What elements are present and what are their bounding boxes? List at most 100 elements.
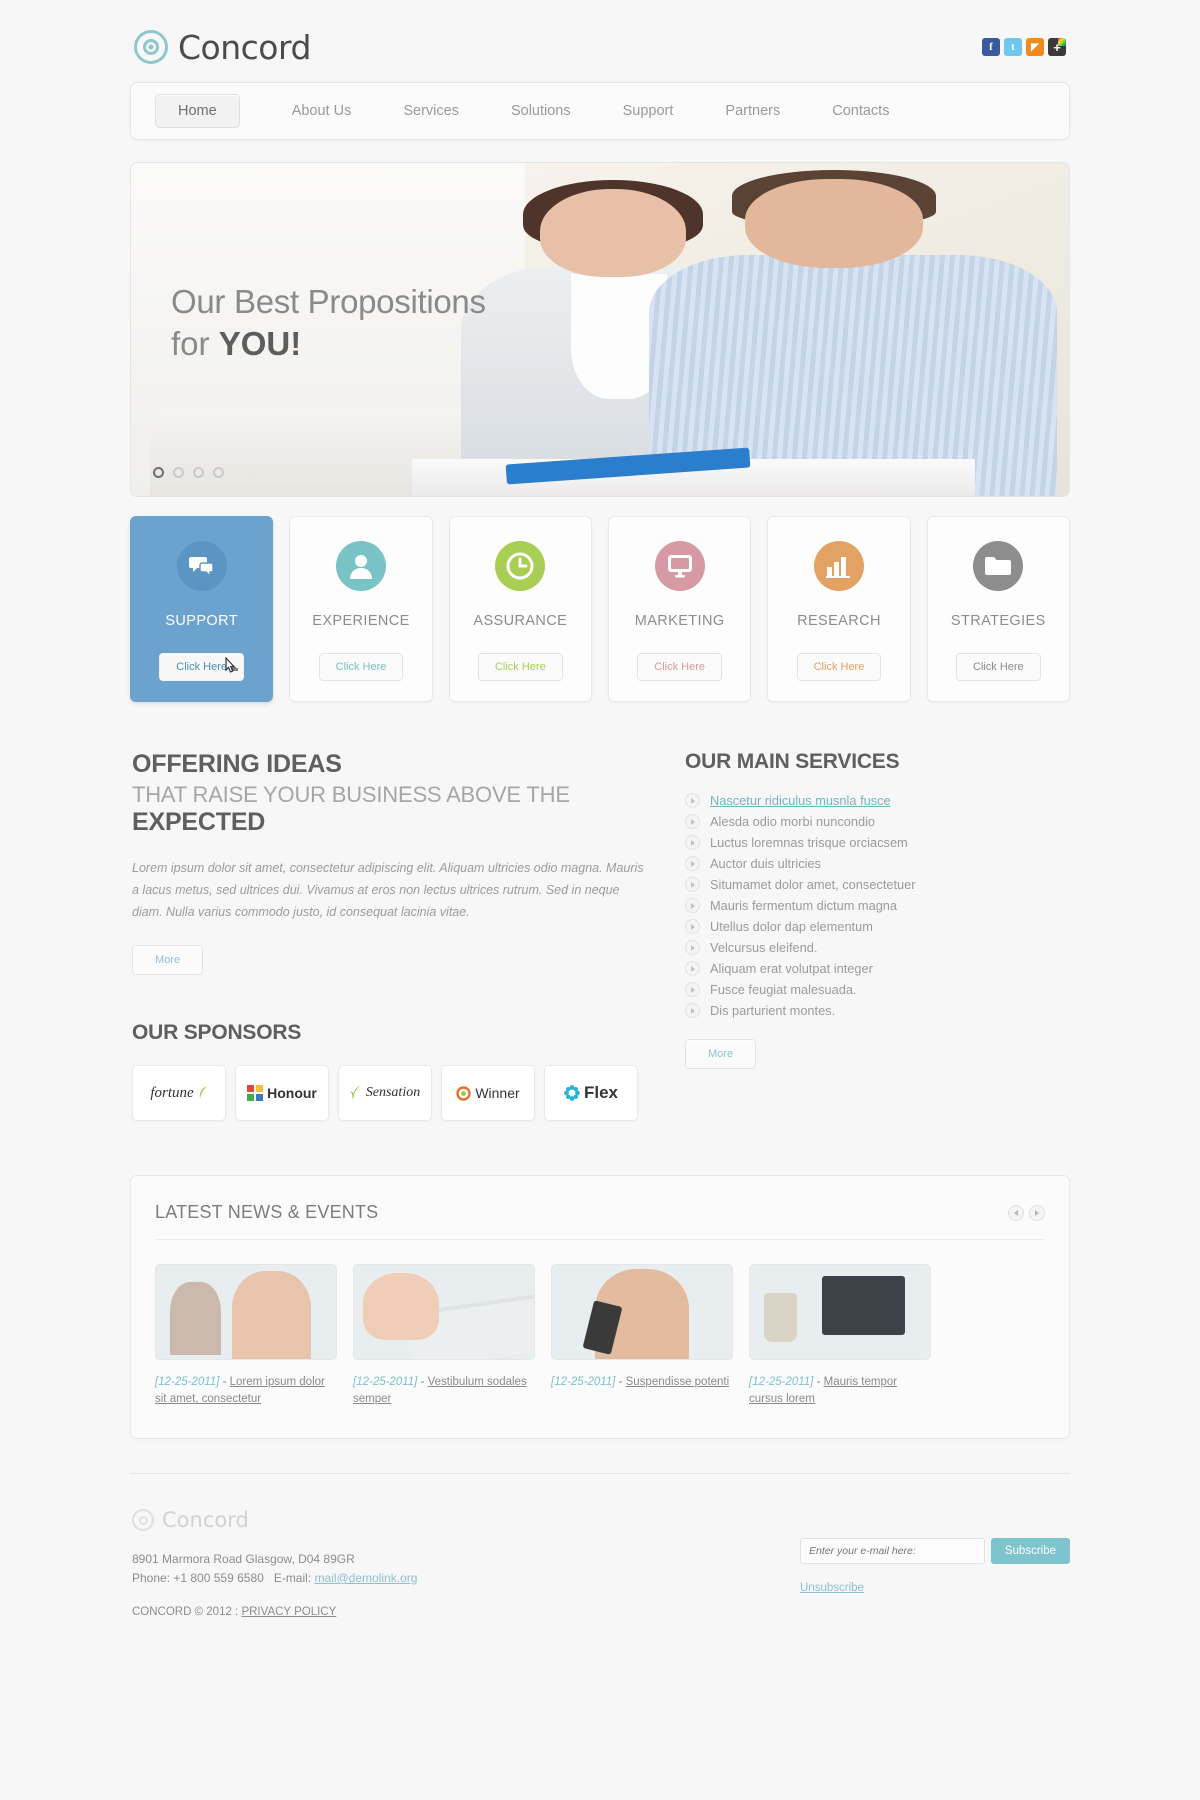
footer-right: Subscribe Unsubscribe [800, 1508, 1070, 1618]
news-thumbnail[interactable] [551, 1264, 733, 1360]
news-link[interactable]: Suspendisse potenti [626, 1376, 730, 1388]
feature-box-label: STRATEGIES [950, 613, 1046, 629]
sponsor-logo-flex[interactable]: Flex [544, 1065, 638, 1121]
feature-box-label: MARKETING [634, 613, 725, 629]
service-list-item[interactable]: Aliquam erat volutpat integer [685, 958, 1070, 979]
click-here-button[interactable]: Click Here [637, 653, 723, 681]
service-label: Dis parturient montes. [710, 1003, 836, 1018]
clock-icon [495, 541, 546, 591]
chevron-right-icon[interactable] [1029, 1204, 1045, 1221]
service-list-item[interactable]: Mauris fermentum dictum magna [685, 895, 1070, 916]
nav-item-partners[interactable]: Partners [725, 95, 780, 127]
chevron-right-icon [685, 835, 700, 850]
services-more-button[interactable]: More [685, 1039, 757, 1069]
nav-item-solutions[interactable]: Solutions [511, 95, 571, 127]
sponsor-logo-fortune[interactable]: fortune [132, 1065, 226, 1121]
service-list-item[interactable]: Luctus loremnas trisque orciacsem [685, 832, 1070, 853]
slider-dot-1[interactable] [153, 467, 164, 478]
feature-box-support[interactable]: SUPPORT Click Here [130, 516, 274, 702]
service-label: Luctus loremnas trisque orciacsem [710, 835, 908, 850]
site-logo[interactable]: Concord [130, 28, 311, 67]
click-here-button[interactable]: Click Here [796, 653, 882, 681]
offering-paragraph: Lorem ipsum dolor sit amet, consectetur … [132, 861, 644, 919]
feature-box-experience[interactable]: EXPERIENCE Click Here [289, 516, 433, 702]
news-item: [12-25-2011] - Suspendisse potenti [551, 1264, 733, 1408]
slider-dot-4[interactable] [213, 467, 224, 478]
news-thumbnail[interactable] [353, 1264, 535, 1360]
hero-caption-line1: Our Best Propositions [171, 283, 486, 320]
feature-box-label: SUPPORT [165, 613, 238, 629]
slider-dot-2[interactable] [173, 467, 184, 478]
service-list-item[interactable]: Velcursus eleifend. [685, 937, 1070, 958]
email-field[interactable] [800, 1538, 985, 1564]
service-label: Situmamet dolor amet, consectetuer [710, 877, 916, 892]
user-icon [335, 541, 386, 591]
nav-item-support[interactable]: Support [623, 95, 674, 127]
chat-bubbles-icon [176, 541, 227, 591]
footer-logo[interactable]: Concord [132, 1508, 417, 1532]
service-list-item[interactable]: Utellus dolor dap elementum [685, 916, 1070, 937]
news-date: [12-25-2011] [551, 1376, 616, 1388]
subscribe-button[interactable]: Subscribe [990, 1538, 1070, 1564]
service-list-item[interactable]: Situmamet dolor amet, consectetuer [685, 874, 1070, 895]
flower-icon [564, 1085, 580, 1101]
service-list-item[interactable]: Dis parturient montes. [685, 1000, 1070, 1021]
service-label: Velcursus eleifend. [710, 940, 818, 955]
click-here-button[interactable]: Click Here [318, 653, 404, 681]
news-separator: - [417, 1376, 428, 1388]
privacy-policy-link[interactable]: PRIVACY POLICY [241, 1606, 336, 1618]
email-label: E-mail: [273, 1571, 312, 1585]
chevron-right-icon [685, 877, 700, 892]
nav-item-home[interactable]: Home [155, 94, 240, 128]
feature-box-marketing[interactable]: MARKETING Click Here [607, 516, 752, 702]
share-icon[interactable]: + [1048, 38, 1066, 56]
hero-caption: Our Best Propositions for YOU! [171, 283, 486, 363]
offering-more-button[interactable]: More [132, 945, 204, 975]
click-here-button[interactable]: Click Here [955, 653, 1041, 681]
news-date: [12-25-2011] [749, 1376, 814, 1388]
chevron-left-icon[interactable] [1008, 1204, 1024, 1221]
slider-dot-3[interactable] [193, 467, 204, 478]
news-thumbnail[interactable] [155, 1264, 337, 1360]
nav-item-contacts[interactable]: Contacts [832, 95, 889, 127]
sponsors-title: OUR SPONSORS [132, 1021, 302, 1044]
service-list-item[interactable]: Fusce feugiat malesuada. [685, 979, 1070, 1000]
news-title: LATEST NEWS & EVENTS [155, 1202, 379, 1222]
sponsor-label: Sensation [365, 1085, 421, 1100]
nav-item-about-us[interactable]: About Us [292, 95, 352, 127]
offering-subtitle: THAT RAISE YOUR BUSINESS ABOVE THE EXPEC… [132, 782, 570, 836]
sponsors-list: fortune Honour Sensation Winner Flex [132, 1065, 685, 1121]
facebook-icon[interactable]: f [982, 38, 1000, 56]
feature-box-strategies[interactable]: STRATEGIES Click Here [926, 516, 1070, 702]
hero-caption-line2: for YOU! [171, 325, 302, 362]
service-list-item[interactable]: Nascetur ridiculus musnla fusce [685, 790, 1070, 811]
nav-item-services[interactable]: Services [403, 95, 459, 127]
rss-icon[interactable]: ◤ [1026, 38, 1044, 56]
bar-chart-icon [813, 541, 864, 591]
offering-title: OFFERING IDEAS [132, 750, 342, 778]
chevron-right-icon [685, 1003, 700, 1018]
sponsor-logo-winner[interactable]: Winner [441, 1065, 535, 1121]
feature-box-label: EXPERIENCE [312, 613, 410, 629]
news-caption: [12-25-2011] - Vestibulum sodales semper [353, 1374, 535, 1408]
service-list-item[interactable]: Auctor duis ultricies [685, 853, 1070, 874]
target-icon [134, 30, 168, 64]
service-list-item[interactable]: Alesda odio morbi nuncondio [685, 811, 1070, 832]
feature-box-research[interactable]: RESEARCH Click Here [767, 516, 911, 702]
sponsor-label: fortune [150, 1084, 194, 1101]
sponsor-logo-sensation[interactable]: Sensation [338, 1065, 432, 1121]
sponsor-logo-honour[interactable]: Honour [235, 1065, 329, 1121]
news-item: [12-25-2011] - Lorem ipsum dolor sit ame… [155, 1264, 337, 1408]
feature-box-assurance[interactable]: ASSURANCE Click Here [448, 516, 592, 702]
site-header: Concord f t ◤ + [130, 0, 1070, 82]
sponsor-label: Flex [583, 1083, 619, 1102]
page-root: Concord f t ◤ + Home About Us Services S… [0, 0, 1200, 1618]
services-title: OUR MAIN SERVICES [685, 750, 900, 773]
twitter-icon[interactable]: t [1004, 38, 1022, 56]
click-here-button[interactable]: Click Here [477, 653, 563, 681]
news-thumbnail[interactable] [749, 1264, 931, 1360]
content-left-column: OFFERING IDEAS THAT RAISE YOUR BUSINESS … [130, 750, 685, 1121]
unsubscribe-link[interactable]: Unsubscribe [800, 1582, 864, 1594]
email-link[interactable]: mail@demolink.org [315, 1571, 418, 1585]
news-caption: [12-25-2011] - Mauris tempor cursus lore… [749, 1374, 931, 1408]
